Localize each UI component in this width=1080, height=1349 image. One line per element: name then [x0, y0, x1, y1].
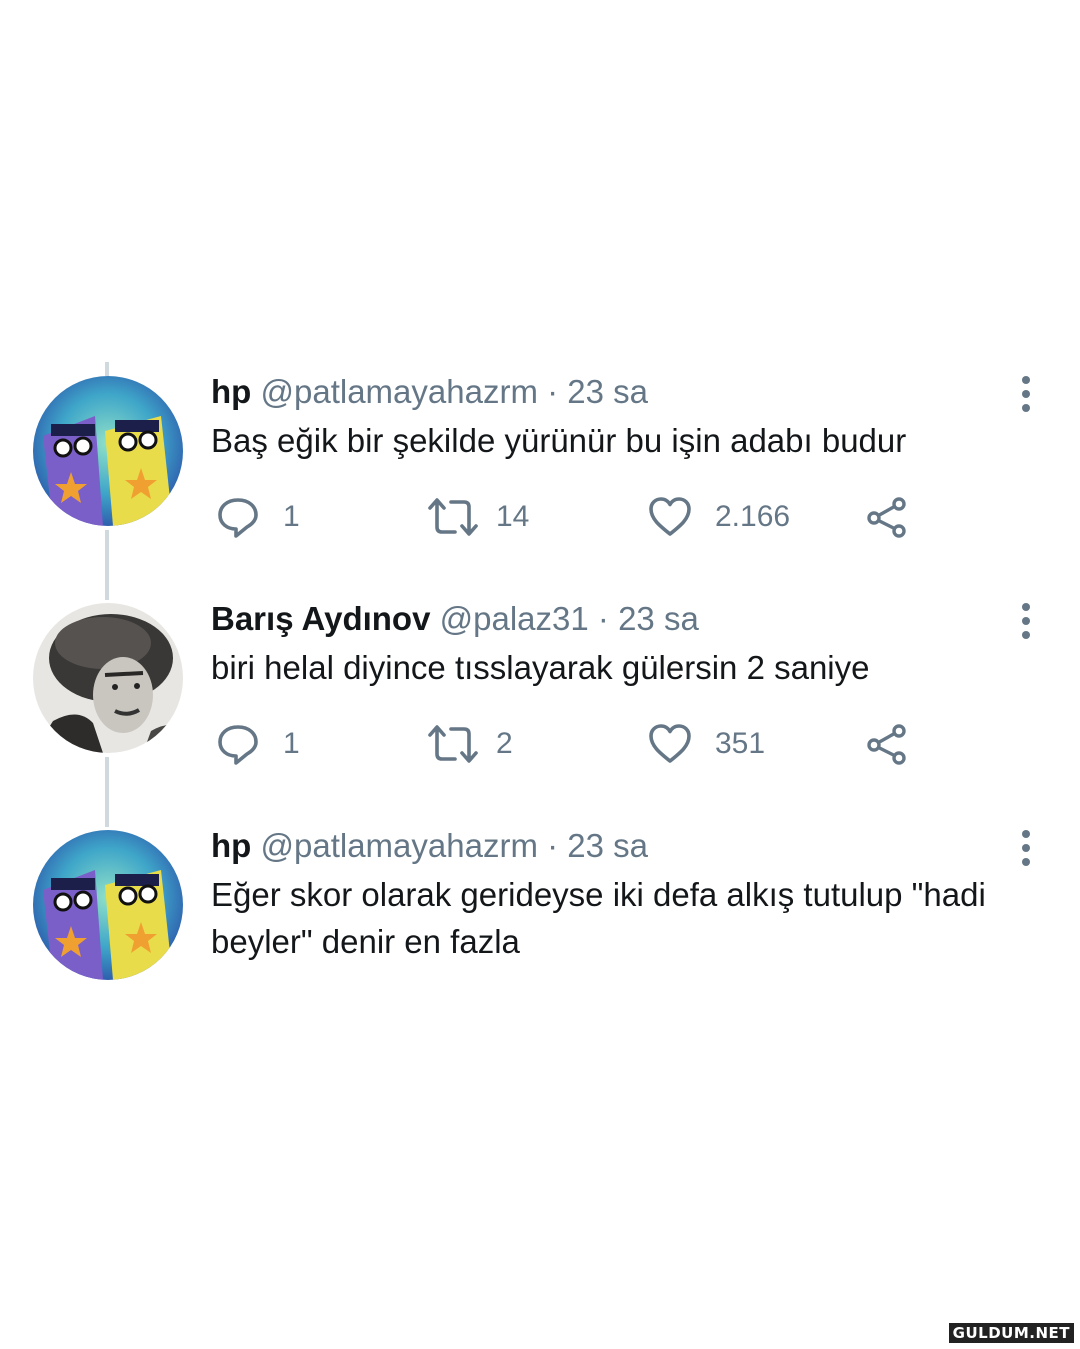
avatar[interactable]	[33, 376, 183, 526]
avatar-cartoon-image	[33, 376, 183, 526]
reply-icon	[218, 498, 258, 538]
watermark-logo: GULDUM.NET	[948, 1323, 1074, 1343]
like-button[interactable]: 351	[647, 719, 765, 769]
separator: ·	[597, 600, 609, 637]
timestamp[interactable]: 23 sa	[618, 600, 699, 637]
avatar[interactable]	[33, 830, 183, 980]
tweet[interactable]: hp @patlamayahazrm · 23 sa Baş eğik bir …	[0, 372, 1080, 562]
share-button[interactable]	[864, 719, 910, 769]
avatar-photo-image	[33, 603, 183, 753]
like-icon	[649, 497, 691, 536]
tweet-actions: 1 2 351	[211, 719, 931, 769]
avatar-cartoon-image	[33, 830, 183, 980]
retweet-button[interactable]: 2	[426, 719, 513, 769]
like-count: 2.166	[715, 500, 791, 533]
like-count: 351	[715, 727, 766, 760]
like-icon	[649, 724, 691, 763]
retweet-icon	[428, 725, 478, 763]
tweet-header: Barış Aydınov @palaz31 · 23 sa	[211, 599, 699, 639]
separator: ·	[547, 827, 559, 864]
user-handle[interactable]: @patlamayahazrm	[261, 827, 538, 864]
display-name[interactable]: hp	[211, 373, 251, 410]
reply-count: 1	[283, 727, 300, 760]
more-options-icon[interactable]	[1012, 601, 1040, 641]
reply-icon	[218, 725, 258, 765]
like-button[interactable]: 2.166	[647, 492, 790, 542]
avatar[interactable]	[33, 603, 183, 753]
tweet-header: hp @patlamayahazrm · 23 sa	[211, 826, 648, 866]
reply-button[interactable]: 1	[215, 492, 300, 542]
more-options-icon[interactable]	[1012, 374, 1040, 414]
user-handle[interactable]: @palaz31	[440, 600, 589, 637]
timestamp[interactable]: 23 sa	[567, 827, 648, 864]
retweet-icon	[428, 498, 478, 536]
tweet[interactable]: hp @patlamayahazrm · 23 sa Eğer skor ola…	[0, 826, 1080, 996]
tweet-actions: 1 14 2.166	[211, 492, 931, 542]
share-icon	[867, 724, 906, 765]
timestamp[interactable]: 23 sa	[567, 373, 648, 410]
retweet-button[interactable]: 14	[426, 492, 529, 542]
reply-count: 1	[283, 500, 300, 533]
tweet-text: Baş eğik bir şekilde yürünür bu işin ada…	[211, 422, 907, 459]
tweet-header: hp @patlamayahazrm · 23 sa	[211, 372, 648, 412]
user-handle[interactable]: @patlamayahazrm	[261, 373, 538, 410]
separator: ·	[547, 373, 559, 410]
retweet-count: 2	[496, 727, 513, 760]
share-button[interactable]	[864, 492, 910, 542]
display-name[interactable]: hp	[211, 827, 251, 864]
display-name[interactable]: Barış Aydınov	[211, 600, 430, 637]
tweet-text: biri helal diyince tısslayarak gülersin …	[211, 649, 870, 686]
retweet-count: 14	[496, 500, 530, 533]
tweet[interactable]: Barış Aydınov @palaz31 · 23 sa biri hela…	[0, 599, 1080, 789]
tweet-text: Eğer skor olarak gerideyse iki defa alkı…	[211, 876, 986, 960]
more-options-icon[interactable]	[1012, 828, 1040, 868]
reply-button[interactable]: 1	[215, 719, 300, 769]
share-icon	[867, 497, 906, 538]
